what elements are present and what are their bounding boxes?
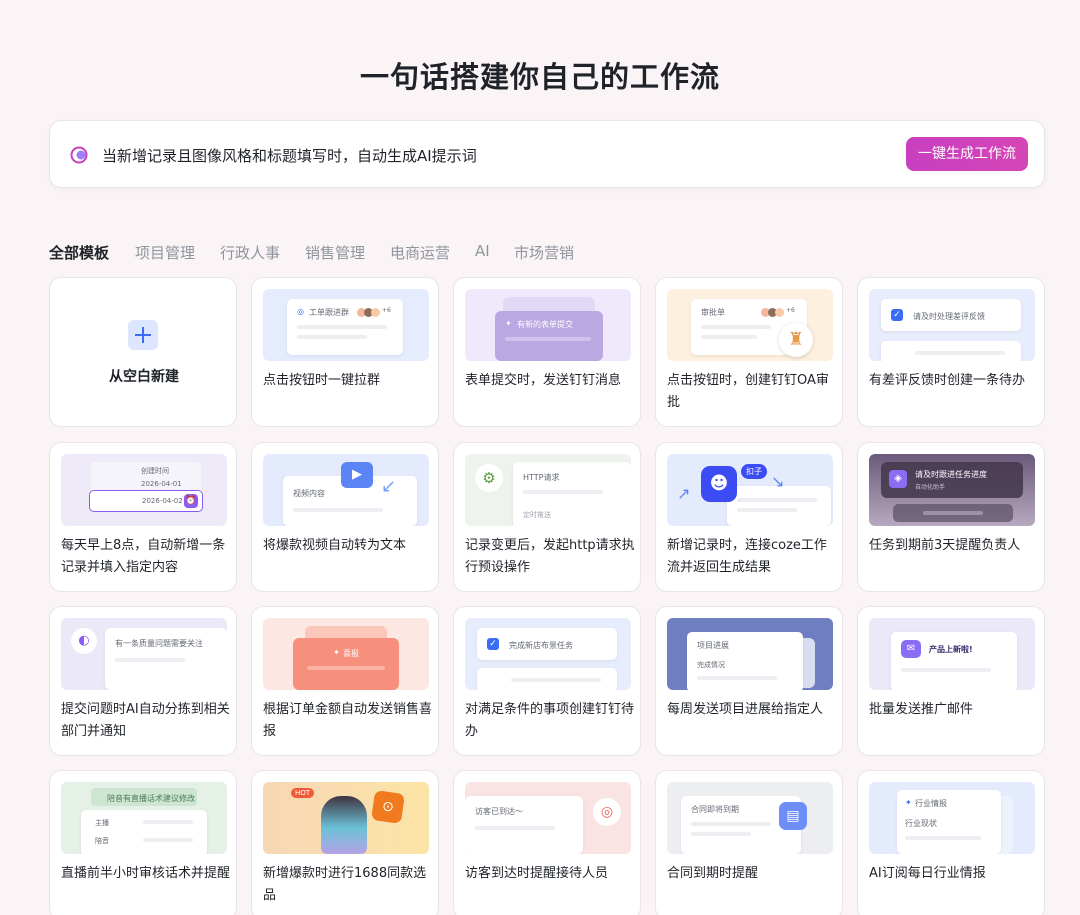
template-card[interactable]: ✓ 完成新店布景任务 对满足条件的事项创建钉钉待办 bbox=[453, 606, 641, 756]
card-label: 根据订单金额自动发送销售喜报 bbox=[263, 702, 433, 739]
card-label: 有差评反馈时创建一条待办 bbox=[869, 373, 1026, 388]
card-thumbnail: 创建时间 2026-04-01 2026-04-02 ⏰ bbox=[61, 454, 227, 526]
page-title: 一句话搭建你自己的工作流 bbox=[359, 60, 720, 94]
video-play-icon: ▶ bbox=[341, 462, 373, 488]
card-thumbnail: 项目进展 完成情况 bbox=[667, 618, 833, 690]
1688-logo-icon: ⊙ bbox=[371, 790, 405, 824]
arrow-icon: ↗ bbox=[677, 484, 691, 503]
template-card[interactable]: ◐ 有一条质量问题需要关注 提交问题时AI自动分拣到相关部门并通知 bbox=[49, 606, 237, 756]
plus-icon bbox=[128, 320, 158, 350]
template-card[interactable]: 视频内容 ▶ ↙ 将爆款视频自动转为文本 bbox=[251, 442, 439, 592]
checkbox-icon: ✓ bbox=[891, 309, 903, 321]
card-label: 表单提交时，发送钉钉消息 bbox=[465, 373, 622, 388]
card-thumbnail: ✦ 行业情报 行业现状 bbox=[869, 782, 1035, 854]
tab-sales[interactable]: 销售管理 bbox=[305, 242, 365, 263]
card-label: 将爆款视频自动转为文本 bbox=[263, 538, 407, 553]
checkbox-icon: ✓ bbox=[487, 638, 499, 650]
template-card[interactable]: ✦ 喜报 根据订单金额自动发送销售喜报 bbox=[251, 606, 439, 756]
card-label: 访客到达时提醒接待人员 bbox=[465, 866, 609, 881]
card-label: 点击按钮时一键拉群 bbox=[263, 373, 381, 388]
template-card[interactable]: 创建时间 2026-04-01 2026-04-02 ⏰ 每天早上8点，自动新增… bbox=[49, 442, 237, 592]
arrow-icon: ↘ bbox=[771, 472, 785, 491]
contract-doc-icon: ▤ bbox=[779, 802, 807, 830]
card-thumbnail: ⚙ HTTP请求 定时推送 bbox=[465, 454, 631, 526]
card-thumbnail: ◈ 请及时跟进任务进度 自动化助手 bbox=[869, 454, 1035, 526]
template-card[interactable]: ✦ 有新的表单提交 表单提交时，发送钉钉消息 bbox=[453, 277, 641, 427]
ai-sparkle-icon: ◐ bbox=[71, 628, 97, 654]
template-card[interactable]: 项目进展 完成情况 每周发送项目进展给指定人 bbox=[655, 606, 843, 756]
blank-template-card[interactable]: 从空白新建 bbox=[49, 277, 237, 427]
card-label: 每天早上8点，自动新增一条记录并填入指定内容 bbox=[61, 538, 226, 575]
template-card[interactable]: 访客已到达～ ◎ 访客到达时提醒接待人员 bbox=[453, 770, 641, 915]
card-thumbnail: ✉ 产品上新啦! bbox=[869, 618, 1035, 690]
card-thumbnail: ✓ 请及时处理差评反馈 bbox=[869, 289, 1035, 361]
card-thumbnail: 视频内容 ▶ ↙ bbox=[263, 454, 429, 526]
card-label: 合同到期时提醒 bbox=[667, 866, 759, 881]
card-label: 新增记录时，连接coze工作流并返回生成结果 bbox=[667, 538, 827, 575]
card-thumbnail: ✦ 喜报 bbox=[263, 618, 429, 690]
card-label: 每周发送项目进展给指定人 bbox=[667, 702, 824, 717]
card-thumbnail: 合同即将到期 ▤ bbox=[667, 782, 833, 854]
coze-ghost-icon: ☻ bbox=[701, 466, 737, 502]
template-card[interactable]: ☻ 扣子 ↗ ↘ 新增记录时，连接coze工作流并返回生成结果 bbox=[655, 442, 843, 592]
card-label: 提交问题时AI自动分拣到相关部门并通知 bbox=[61, 702, 230, 739]
template-card[interactable]: 审批单 +6 ♜ 点击按钮时，创建钉钉OA审批 bbox=[655, 277, 843, 427]
doorbell-icon: ◎ bbox=[593, 798, 621, 826]
generate-workflow-button[interactable]: 一键生成工作流 bbox=[906, 137, 1028, 171]
card-label: 直播前半小时审核话术并提醒 bbox=[61, 866, 231, 881]
card-label: 从空白新建 bbox=[109, 369, 179, 385]
card-label: 批量发送推广邮件 bbox=[869, 702, 974, 717]
cube-icon: ◈ bbox=[889, 470, 907, 488]
template-card[interactable]: 陪音有直播话术建议修改 主播 陪音 直播前半小时审核话术并提醒 bbox=[49, 770, 237, 915]
card-label: 任务到期前3天提醒负责人 bbox=[869, 538, 1021, 553]
card-thumbnail: 审批单 +6 ♜ bbox=[667, 289, 833, 361]
product-figure bbox=[321, 796, 367, 854]
card-thumbnail: 访客已到达～ ◎ bbox=[465, 782, 631, 854]
mail-icon: ✉ bbox=[901, 640, 921, 658]
template-card[interactable]: ✦ 行业情报 行业现状 AI订阅每日行业情报 bbox=[857, 770, 1045, 915]
tab-all[interactable]: 全部模板 bbox=[49, 242, 109, 263]
ai-sparkle-icon bbox=[70, 146, 88, 164]
template-card[interactable]: ✉ 产品上新啦! 批量发送推广邮件 bbox=[857, 606, 1045, 756]
card-label: 新增爆款时进行1688同款选品 bbox=[263, 866, 427, 903]
template-card[interactable]: ⚙ HTTP请求 定时推送 记录变更后，发起http请求执行预设操作 bbox=[453, 442, 641, 592]
card-label: 对满足条件的事项创建钉钉待办 bbox=[465, 702, 635, 739]
card-label: 记录变更后，发起http请求执行预设操作 bbox=[465, 538, 635, 575]
template-card[interactable]: ◈ 请及时跟进任务进度 自动化助手 任务到期前3天提醒负责人 bbox=[857, 442, 1045, 592]
tab-ai[interactable]: AI bbox=[475, 242, 490, 260]
tab-admin-hr[interactable]: 行政人事 bbox=[220, 242, 280, 263]
template-card[interactable]: HOT ⊙ 新增爆款时进行1688同款选品 bbox=[251, 770, 439, 915]
template-card[interactable]: 合同即将到期 ▤ 合同到期时提醒 bbox=[655, 770, 843, 915]
webhook-icon: ⚙ bbox=[475, 464, 503, 492]
arrow-icon: ↙ bbox=[381, 476, 397, 497]
tab-ecommerce[interactable]: 电商运营 bbox=[390, 242, 450, 263]
alarm-icon: ⏰ bbox=[184, 494, 198, 508]
card-thumbnail: ◎ 工单跟进群 +6 bbox=[263, 289, 429, 361]
tab-marketing[interactable]: 市场营销 bbox=[514, 242, 574, 263]
card-thumbnail: ✓ 完成新店布景任务 bbox=[465, 618, 631, 690]
prompt-text[interactable]: 当新增记录且图像风格和标题填写时，自动生成AI提示词 bbox=[102, 145, 477, 166]
card-thumbnail: ◐ 有一条质量问题需要关注 bbox=[61, 618, 227, 690]
card-thumbnail: HOT ⊙ bbox=[263, 782, 429, 854]
tab-project[interactable]: 项目管理 bbox=[135, 242, 195, 263]
prompt-bar[interactable]: 当新增记录且图像风格和标题填写时，自动生成AI提示词 一键生成工作流 bbox=[49, 120, 1045, 188]
template-card[interactable]: ◎ 工单跟进群 +6 点击按钮时一键拉群 bbox=[251, 277, 439, 427]
card-label: AI订阅每日行业情报 bbox=[869, 866, 986, 881]
stamp-icon: ♜ bbox=[779, 323, 813, 357]
template-card[interactable]: ✓ 请及时处理差评反馈 有差评反馈时创建一条待办 bbox=[857, 277, 1045, 427]
card-thumbnail: ✦ 有新的表单提交 bbox=[465, 289, 631, 361]
card-label: 点击按钮时，创建钉钉OA审批 bbox=[667, 373, 829, 410]
card-thumbnail: ☻ 扣子 ↗ ↘ bbox=[667, 454, 833, 526]
card-thumbnail: 陪音有直播话术建议修改 主播 陪音 bbox=[61, 782, 227, 854]
